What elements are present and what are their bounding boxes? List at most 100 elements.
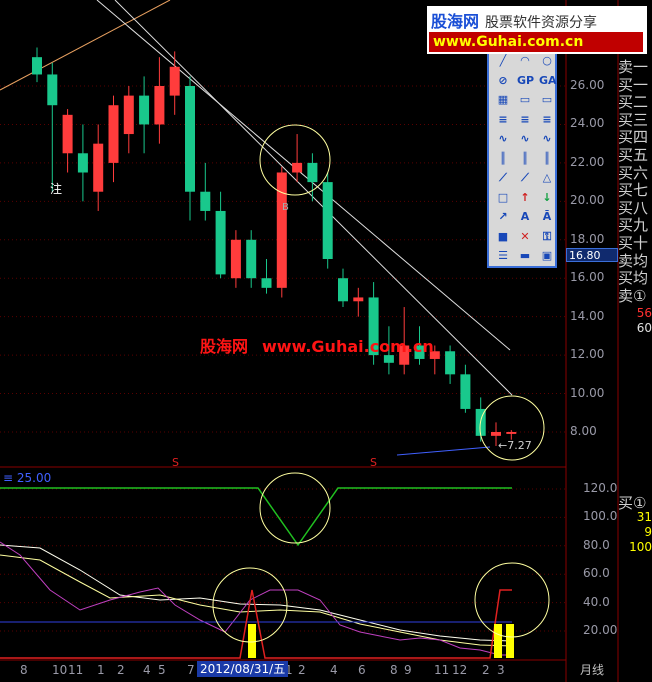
logo-domain-bar: www.Guhai.com.cn xyxy=(429,32,643,52)
ruler-icon[interactable]: ▬ xyxy=(517,249,533,263)
candle-body xyxy=(353,297,364,302)
watermark-brand: 股海网 xyxy=(200,337,249,356)
wave-icon[interactable]: ∿ xyxy=(539,132,555,146)
candle-body xyxy=(185,86,195,192)
date-tick-label: 2 xyxy=(482,663,490,677)
date-tick-label: 2 xyxy=(298,663,306,677)
indicator-label: ≡ 25.00 xyxy=(3,471,52,485)
candle-body xyxy=(169,66,180,96)
candle-body xyxy=(123,95,134,135)
logo-banner: 股海网 股票软件资源分享 www.Guhai.com.cn xyxy=(427,6,647,54)
candle-body xyxy=(215,210,226,275)
lock-icon[interactable]: ⚿ xyxy=(539,230,555,244)
date-tick-label: 2 xyxy=(117,663,125,677)
order-book-value: 60 xyxy=(636,321,652,335)
arc-icon[interactable]: ◠ xyxy=(517,54,533,68)
candle-body xyxy=(292,162,303,173)
date-tick-label: 8 xyxy=(390,663,398,677)
order-book-label[interactable]: 卖① xyxy=(618,285,646,306)
order-book-value: 31 xyxy=(636,510,652,524)
A-icon[interactable]: A xyxy=(517,210,533,224)
buy-marker: B xyxy=(282,202,289,213)
price-tick-label: 16.00 xyxy=(570,270,605,285)
candle-body xyxy=(491,432,501,436)
date-tick-label: 10 xyxy=(52,663,68,677)
price-tick-label: 18.00 xyxy=(570,231,605,246)
indicator-tick-label: 80.0 xyxy=(583,537,610,552)
order-book-value: 9 xyxy=(644,525,652,539)
fib-icon[interactable]: ≡ xyxy=(495,113,511,127)
grid-icon[interactable]: ▦ xyxy=(495,93,511,107)
watermark-domain: www.Guhai.com.cn xyxy=(262,337,434,356)
candle-body xyxy=(445,351,456,375)
candle-body xyxy=(246,239,257,279)
candle-body xyxy=(77,153,88,173)
chart-stage[interactable]: 股海网 股票软件资源分享 www.Guhai.com.cn ╱ ◠ ○ ⊘ GP GA ▦ ▭ ▭… xyxy=(0,0,652,682)
date-tick-label: 7 xyxy=(187,663,195,677)
GA-icon[interactable]: GA xyxy=(539,74,557,88)
indicator-tick-label: 100.0 xyxy=(583,509,618,524)
price-tick-label: 24.00 xyxy=(570,116,605,131)
logo-brand: 股海网 xyxy=(431,12,480,31)
drawing-toolbox[interactable]: ╱ ◠ ○ ⊘ GP GA ▦ ▭ ▭ ≡ ≡ ≡ ∿ ∿ ∿ ║ ║ ║ ⟋ ⟋ △ □ ↑ ↓ ↗ A Ā ■ ✕ ⚿ ☰ ▬ ▣ xyxy=(487,50,557,268)
wave-icon[interactable]: ∿ xyxy=(517,132,533,146)
date-tick-label: 8 xyxy=(20,663,28,677)
bars-icon[interactable]: ║ xyxy=(539,152,555,166)
indicator-lines xyxy=(0,487,514,659)
close-icon[interactable]: ✕ xyxy=(517,230,533,244)
circle-icon[interactable]: ○ xyxy=(539,54,555,68)
indicator-value: 25.00 xyxy=(16,471,52,485)
price-tick-label: 10.00 xyxy=(570,385,605,400)
order-book-value: 100 xyxy=(629,540,652,554)
stop-icon[interactable]: ■ xyxy=(495,230,511,244)
logo-subtitle: 股票软件资源分享 xyxy=(485,15,598,31)
line-icon[interactable]: ╱ xyxy=(495,54,511,68)
period-button[interactable]: 月线 xyxy=(580,661,604,678)
A-box-icon[interactable]: Ā xyxy=(539,210,555,224)
rect-icon[interactable]: ▭ xyxy=(517,93,533,107)
GP-icon[interactable]: GP xyxy=(517,74,534,88)
candle-body xyxy=(307,162,318,183)
square-icon[interactable]: □ xyxy=(495,191,511,205)
no-icon[interactable]: ⊘ xyxy=(495,74,511,88)
date-tick-label: 9 xyxy=(404,663,412,677)
selected-date[interactable]: 2012/08/31/五 xyxy=(197,661,289,677)
candle-body xyxy=(62,114,73,154)
date-tick-label: 4 xyxy=(143,663,151,677)
candle-body xyxy=(460,374,471,409)
candle-body xyxy=(47,74,58,106)
arrow-up-icon[interactable]: ↑ xyxy=(517,191,533,205)
date-tick-label: 11 xyxy=(434,663,450,677)
price-tick-label: 8.00 xyxy=(570,424,597,438)
candles xyxy=(32,47,517,447)
fib-icon[interactable]: ≡ xyxy=(517,113,533,127)
highlight-circle xyxy=(259,124,331,196)
date-tick-label: 11 xyxy=(68,663,84,677)
fan-icon[interactable]: ⟋ xyxy=(517,171,533,185)
indicator-tick-label: 20.00 xyxy=(583,623,618,637)
price-tick-label: 22.00 xyxy=(570,154,605,169)
arrow-down-icon[interactable]: ↓ xyxy=(539,191,555,205)
fib-icon[interactable]: ≡ xyxy=(539,113,555,127)
price-tick-label: 20.00 xyxy=(570,193,605,208)
last-price-label: ←7.27 xyxy=(498,439,532,452)
price-tick-label: 14.00 xyxy=(570,308,605,323)
candle-body xyxy=(200,191,211,211)
candle-body xyxy=(276,172,287,288)
support-line[interactable] xyxy=(396,446,491,456)
rect-icon[interactable]: ▭ xyxy=(539,93,555,107)
date-tick-label: 5 xyxy=(158,663,166,677)
fan-icon[interactable]: ⟋ xyxy=(495,171,511,185)
arrow-diag-icon[interactable]: ↗ xyxy=(495,210,511,224)
sell-marker: S xyxy=(172,456,179,469)
screen-icon[interactable]: ▣ xyxy=(539,249,555,263)
list-icon[interactable]: ☰ xyxy=(495,249,511,263)
bars-icon[interactable]: ║ xyxy=(517,152,533,166)
bars-icon[interactable]: ║ xyxy=(495,152,511,166)
indicator-tick-label: 60.0 xyxy=(583,566,610,581)
price-tick-label: 12.00 xyxy=(570,347,605,362)
triangle-icon[interactable]: △ xyxy=(539,171,555,185)
wave-icon[interactable]: ∿ xyxy=(495,132,511,146)
candle-body xyxy=(506,432,517,434)
highlight-circle xyxy=(259,472,331,544)
